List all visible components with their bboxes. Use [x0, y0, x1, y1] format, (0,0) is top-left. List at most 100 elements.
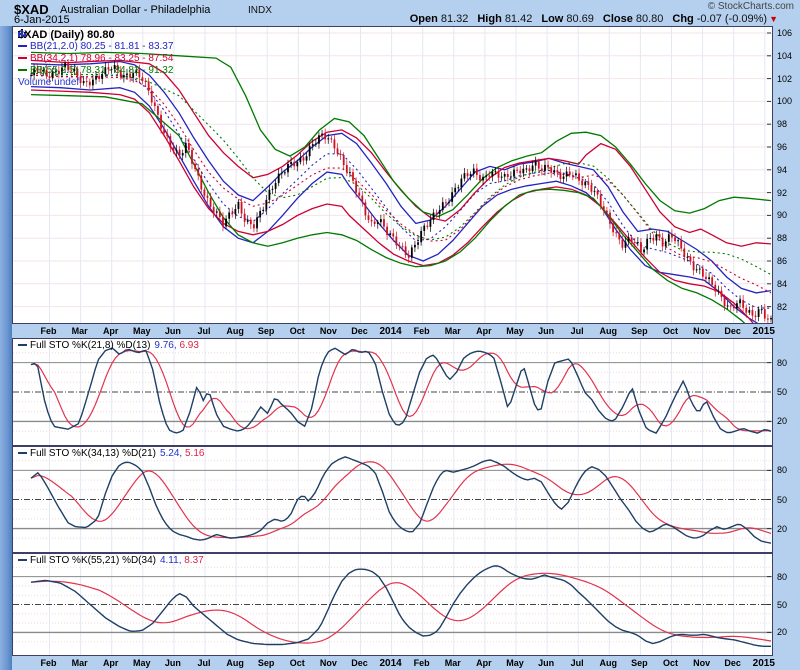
month-label: Feb	[38, 658, 60, 668]
month-label: Nov	[317, 326, 339, 336]
legend-title: $XAD (Daily) 80.80	[18, 29, 115, 41]
month-label: Oct	[660, 326, 682, 336]
month-label: Nov	[691, 326, 713, 336]
month-label: Apr	[473, 658, 495, 668]
date-axis-top: FebMarAprMayJunJulAugSepOctNovDec2014Feb…	[12, 324, 773, 338]
price-panel: $XAD (Daily) 80.80 BB(21,2.0) 80.25 - 81…	[12, 26, 773, 324]
price-tick-label: 84	[777, 279, 787, 289]
price-tick-label: 82	[777, 302, 787, 312]
month-label: May	[504, 326, 526, 336]
price-tick-label: 100	[777, 96, 792, 106]
stockcharts-page: $XAD Australian Dollar - Philadelphia IN…	[0, 0, 800, 670]
sto2-label: Full STO %K(34,13) %D(21)	[30, 448, 156, 459]
high-value: 81.42	[505, 13, 533, 25]
month-label: Jul	[566, 326, 588, 336]
exchange: INDX	[248, 5, 272, 16]
month-label: May	[131, 658, 153, 668]
sto-k-line	[31, 348, 771, 433]
sto3-k-value: 4.11,	[160, 555, 182, 566]
low-value: 80.69	[566, 13, 594, 25]
month-label: Apr	[100, 326, 122, 336]
chg-value: -0.07 (-0.09%)	[697, 13, 767, 25]
month-label: Dec	[722, 658, 744, 668]
month-label: Oct	[660, 658, 682, 668]
year-label: 2015	[751, 658, 777, 669]
sto2-k-value: 5.24,	[160, 448, 182, 459]
copyright: © StockCharts.com	[708, 1, 794, 12]
sto-k-line	[31, 566, 771, 646]
month-label: Apr	[100, 658, 122, 668]
month-label: Aug	[597, 658, 619, 668]
volume-icon	[18, 29, 27, 37]
sto-line-icon	[18, 344, 27, 346]
sto1-label: Full STO %K(21,8) %D(13)	[30, 340, 150, 351]
year-label: 2014	[378, 658, 404, 669]
sto-tick-label: 20	[777, 524, 787, 534]
sto-gridlines	[13, 461, 772, 539]
close-value: 80.80	[636, 13, 664, 25]
month-label: Aug	[597, 326, 619, 336]
month-label: Jun	[162, 658, 184, 668]
sto1-panel: Full STO %K(21,8) %D(13) 9.76, 6.93	[12, 338, 773, 446]
month-label: Jun	[535, 326, 557, 336]
month-label: Jun	[162, 326, 184, 336]
sto1-canvas	[13, 339, 772, 445]
close-label: Close	[603, 13, 633, 25]
month-label: Jul	[193, 326, 215, 336]
open-value: 81.32	[441, 13, 469, 25]
legend-title-row: $XAD (Daily) 80.80	[18, 29, 173, 41]
price-tick-label: 102	[777, 74, 792, 84]
sto3-canvas	[13, 554, 772, 655]
sto-tick-label: 20	[777, 627, 787, 637]
sto2-canvas	[13, 447, 772, 552]
low-label: Low	[541, 13, 563, 25]
chg-down-arrow-icon: ▼	[769, 14, 778, 24]
price-legend: $XAD (Daily) 80.80 BB(21,2.0) 80.25 - 81…	[18, 29, 173, 89]
sto2-panel: Full STO %K(34,13) %D(21)5.24, 5.16	[12, 446, 773, 553]
month-label: May	[131, 326, 153, 336]
month-label: Sep	[255, 658, 277, 668]
sto-tick-label: 80	[777, 358, 787, 368]
sto2-legend: Full STO %K(34,13) %D(21)5.24, 5.16	[18, 448, 204, 459]
bb34-line-icon	[18, 57, 27, 59]
month-label: Jun	[535, 658, 557, 668]
month-label: Aug	[224, 326, 246, 336]
price-y-axis: 106104102100989694929088868482	[775, 26, 800, 324]
sto3-legend: Full STO %K(55,21) %D(34)4.11, 8.37	[18, 555, 204, 566]
open-label: Open	[410, 13, 438, 25]
month-label: Feb	[411, 326, 433, 336]
month-label: Feb	[411, 658, 433, 668]
sto2-y-axis: 805020	[775, 446, 800, 553]
bb21-line-icon	[18, 45, 27, 47]
month-label: Apr	[473, 326, 495, 336]
sto3-d-value: 8.37	[184, 555, 203, 566]
sto-line-icon	[18, 452, 27, 454]
sto1-legend: Full STO %K(21,8) %D(13) 9.76, 6.93	[18, 340, 199, 351]
month-label: Mar	[442, 658, 464, 668]
sto1-k-value: 9.76,	[154, 340, 176, 351]
month-label: Sep	[628, 326, 650, 336]
volume-legend-row: Volume undef	[18, 77, 173, 89]
chart-header: $XAD Australian Dollar - Philadelphia IN…	[0, 0, 800, 26]
month-label: Dec	[349, 658, 371, 668]
price-tick-label: 98	[777, 119, 787, 129]
bb21-legend: BB(21,2.0) 80.25 - 81.81 - 83.37	[30, 41, 173, 52]
price-tick-label: 96	[777, 142, 787, 152]
sto1-d-value: 6.93	[179, 340, 198, 351]
price-tick-label: 92	[777, 188, 787, 198]
price-tick-label: 106	[777, 28, 792, 38]
sto-tick-label: 80	[777, 465, 787, 475]
bb55-line-icon	[18, 69, 27, 71]
quote-strip: Open81.32High81.42Low80.69Close80.80Chg-…	[401, 13, 778, 25]
date-axis-bottom: FebMarAprMayJunJulAugSepOctNovDec2014Feb…	[12, 656, 773, 670]
month-label: Sep	[255, 326, 277, 336]
volume-label: Volume undef	[18, 77, 79, 88]
year-label: 2015	[751, 326, 777, 337]
month-label: May	[504, 658, 526, 668]
sto-tick-label: 50	[777, 600, 787, 610]
bb34-legend-row: BB(34,2.1) 78.96 - 83.25 - 87.54	[18, 53, 173, 65]
sto3-y-axis: 805020	[775, 553, 800, 656]
bb21-legend-row: BB(21,2.0) 80.25 - 81.81 - 83.37	[18, 41, 173, 53]
price-tick-label: 88	[777, 233, 787, 243]
month-label: Dec	[722, 326, 744, 336]
